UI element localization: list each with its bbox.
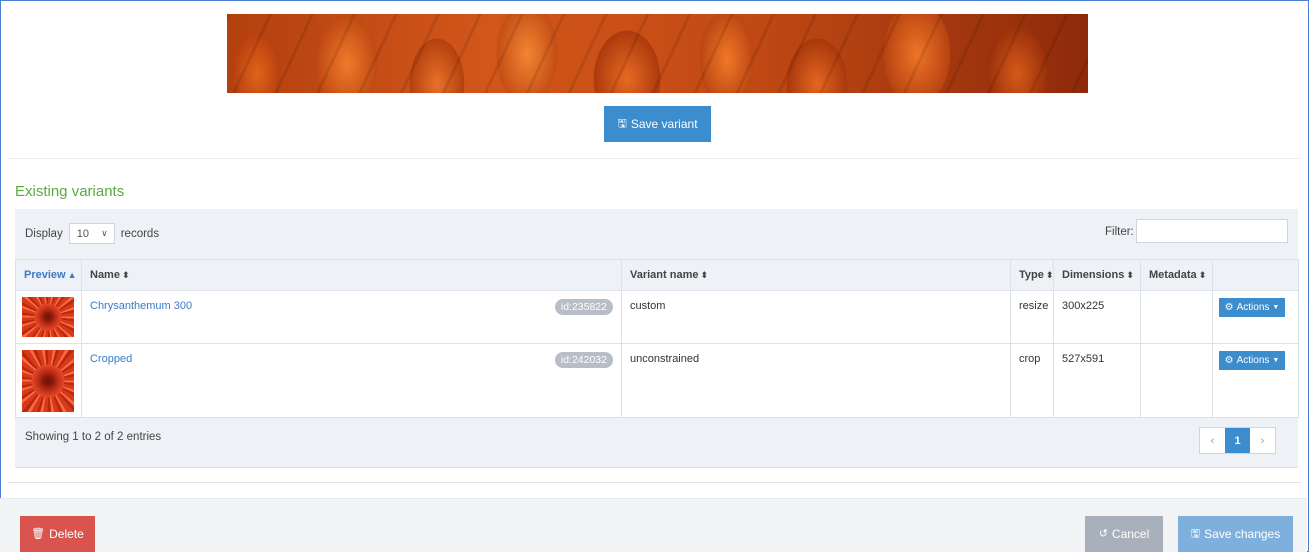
id-badge: id:242032 <box>554 352 613 368</box>
save-variant-label: Save variant <box>630 117 698 131</box>
variant-name-link[interactable]: Chrysanthemum 300 <box>90 300 192 312</box>
name-cell: id:242032 Cropped <box>81 343 622 418</box>
variant-name-link[interactable]: Cropped <box>90 353 132 365</box>
actions-dropdown-button[interactable]: ⚙ Actions ▼ <box>1219 351 1285 370</box>
sort-icon: ⬍ <box>121 270 130 280</box>
caret-down-icon: ▼ <box>1272 357 1280 364</box>
pagination-summary: Showing 1 to 2 of 2 entries <box>25 431 162 443</box>
page-size-select[interactable]: 10 ∨ <box>68 223 115 244</box>
variant-thumbnail[interactable] <box>22 350 74 412</box>
gear-icon: ⚙ <box>1224 354 1234 366</box>
sort-icon: ⬍ <box>1198 270 1207 280</box>
column-header-preview[interactable]: Preview ▲ <box>15 259 82 291</box>
preview-cell <box>15 343 82 418</box>
actions-label: Actions <box>1236 302 1270 313</box>
display-label: Display <box>25 227 63 240</box>
page-size-control: Display 10 ∨ records <box>25 223 159 244</box>
floppy-disk-icon: 🖫 <box>1190 527 1201 540</box>
caret-down-icon: ▼ <box>1272 304 1280 311</box>
actions-cell: ⚙ Actions ▼ <box>1212 343 1299 418</box>
metadata-cell <box>1140 343 1213 418</box>
image-preview-banner <box>227 14 1088 93</box>
name-cell: id:235822 Chrysanthemum 300 <box>81 290 622 344</box>
divider <box>8 482 1301 483</box>
column-header-name[interactable]: Name ⬍ <box>81 259 622 291</box>
preview-cell <box>15 290 82 344</box>
undo-icon: ↺ <box>1098 527 1108 540</box>
actions-label: Actions <box>1236 355 1270 366</box>
variant-name-cell: custom <box>621 290 1011 344</box>
variants-panel: Display 10 ∨ records Filter: Preview ▲ Na… <box>15 209 1299 468</box>
column-header-variant-name[interactable]: Variant name ⬍ <box>621 259 1011 291</box>
filter-label: Filter: <box>1105 226 1134 238</box>
variant-name-cell: unconstrained <box>621 343 1011 418</box>
sort-icon: ⬍ <box>700 270 709 280</box>
cancel-label: Cancel <box>1111 527 1150 541</box>
actions-dropdown-button[interactable]: ⚙ Actions ▼ <box>1219 298 1285 317</box>
trash-icon: 🗑 <box>31 527 46 540</box>
save-changes-label: Save changes <box>1204 527 1281 541</box>
column-header-metadata[interactable]: Metadata ⬍ <box>1140 259 1213 291</box>
cancel-button[interactable]: ↺ Cancel <box>1085 516 1163 552</box>
dimensions-cell: 300x225 <box>1053 290 1141 344</box>
page-size-value: 10 <box>76 227 89 240</box>
variants-table: Preview ▲ Name ⬍ Variant name ⬍ Type ⬍ Dimen… <box>15 259 1299 418</box>
type-cell: resize <box>1010 290 1054 344</box>
gear-icon: ⚙ <box>1224 301 1234 313</box>
table-row: id:235822 Chrysanthemum 300 custom resiz… <box>15 290 1299 344</box>
pagination-prev-button[interactable]: ‹ <box>1200 428 1225 453</box>
divider <box>8 158 1301 159</box>
table-row: id:242032 Cropped unconstrained crop 527… <box>15 343 1299 418</box>
sort-icon: ⬍ <box>1126 270 1134 280</box>
dimensions-cell: 527x591 <box>1053 343 1141 418</box>
delete-button[interactable]: 🗑 Delete <box>20 516 95 552</box>
section-title: Existing variants <box>15 183 125 200</box>
type-cell: crop <box>1010 343 1054 418</box>
pagination: ‹ 1 › <box>1199 427 1276 454</box>
column-header-actions <box>1212 259 1299 291</box>
sort-asc-icon: ▲ <box>67 270 77 280</box>
floppy-disk-icon: 🖫 <box>617 117 627 130</box>
column-header-type[interactable]: Type ⬍ <box>1010 259 1054 291</box>
id-badge: id:235822 <box>554 299 613 315</box>
delete-label: Delete <box>49 527 84 541</box>
records-label: records <box>120 227 160 240</box>
actions-cell: ⚙ Actions ▼ <box>1212 290 1299 344</box>
sort-icon: ⬍ <box>1045 270 1054 280</box>
save-variant-button[interactable]: 🖫 Save variant <box>604 106 711 142</box>
save-changes-button[interactable]: 🖫 Save changes <box>1178 516 1293 552</box>
variant-thumbnail[interactable] <box>22 297 74 337</box>
metadata-cell <box>1140 290 1213 344</box>
filter-input[interactable] <box>1136 219 1288 243</box>
pagination-next-button[interactable]: › <box>1250 428 1275 453</box>
pagination-page-button[interactable]: 1 <box>1225 428 1250 453</box>
chevron-down-icon: ∨ <box>101 228 108 238</box>
column-header-dimensions[interactable]: Dimensions ⬍ <box>1053 259 1141 291</box>
